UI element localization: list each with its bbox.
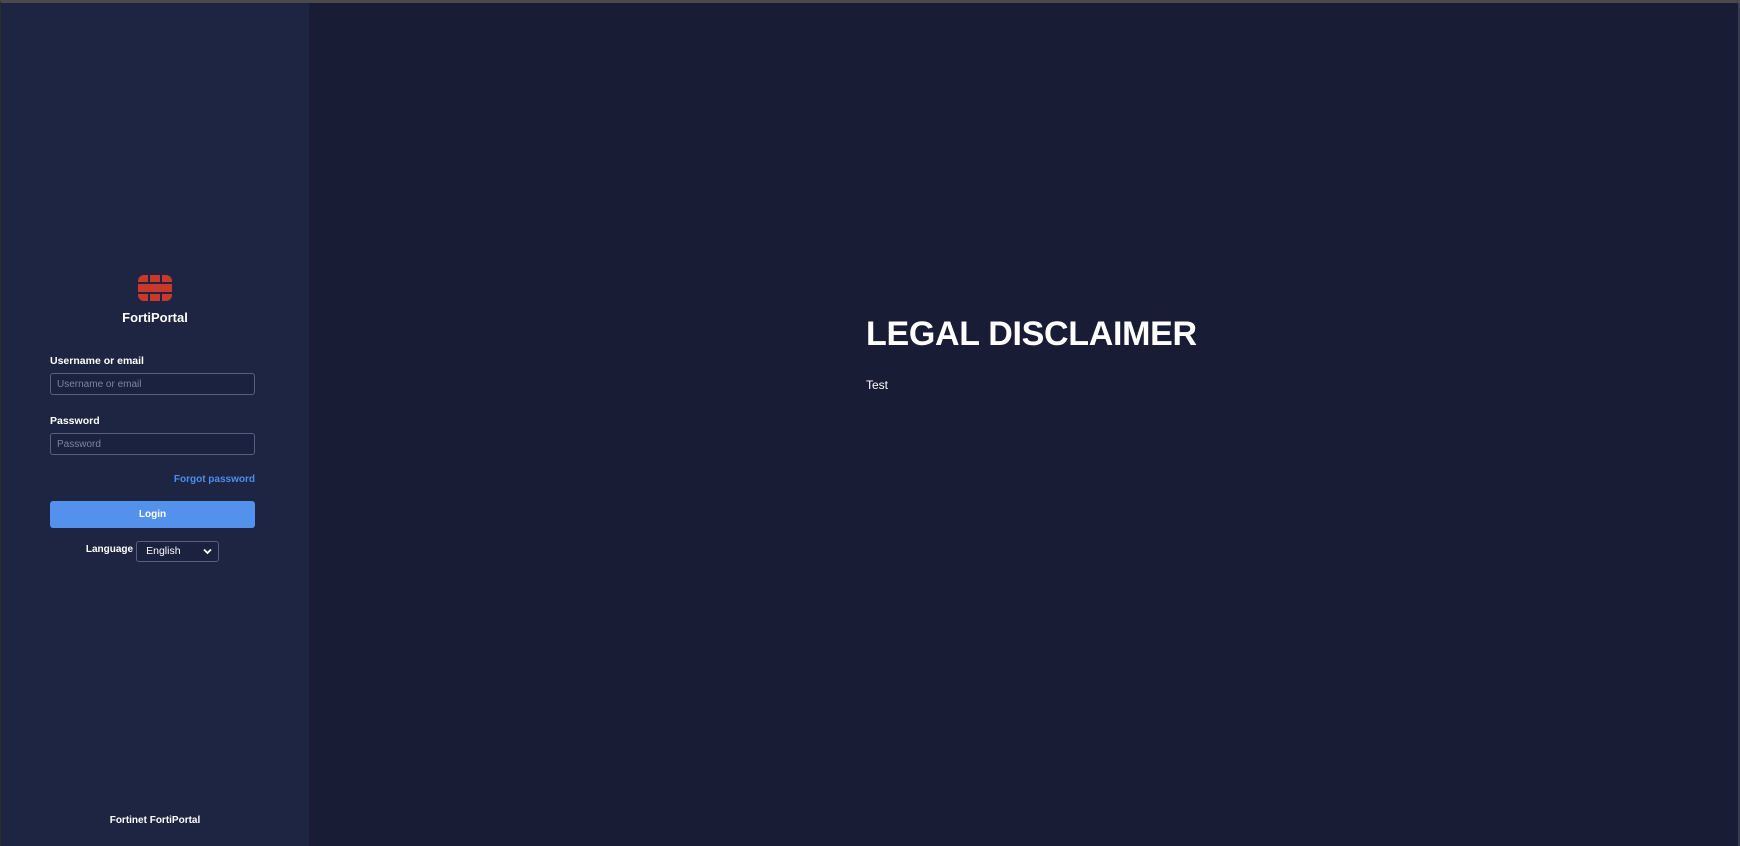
brand: FortiPortal: [1, 275, 309, 325]
disclaimer-panel: LEGAL DISCLAIMER Test: [309, 3, 1740, 846]
login-button[interactable]: Login: [50, 501, 255, 528]
password-input[interactable]: [50, 433, 255, 455]
app-window: FortiPortal Username or email Password F…: [0, 0, 1740, 846]
language-selected-value: English: [146, 545, 181, 557]
language-select[interactable]: English: [136, 541, 220, 562]
footer-text: Fortinet FortiPortal: [109, 815, 201, 826]
disclaimer-title: LEGAL DISCLAIMER: [866, 315, 1197, 353]
login-form: Username or email Password Forgot passwo…: [50, 355, 255, 562]
language-row: Language English: [50, 541, 255, 562]
chevron-down-icon: [203, 548, 212, 555]
forgot-password-link[interactable]: Forgot password: [174, 474, 255, 485]
disclaimer-body: Test: [866, 378, 889, 392]
password-label: Password: [50, 415, 100, 427]
brand-name: FortiPortal: [122, 310, 188, 325]
forgot-password-row: Forgot password: [50, 469, 255, 487]
legal-disclaimer: LEGAL DISCLAIMER Test: [866, 315, 1197, 392]
fortinet-logo-icon: [138, 275, 172, 301]
login-sidebar: FortiPortal Username or email Password F…: [1, 3, 309, 846]
language-label: Language: [85, 544, 134, 555]
username-input[interactable]: [50, 373, 255, 395]
username-label: Username or email: [50, 355, 144, 367]
